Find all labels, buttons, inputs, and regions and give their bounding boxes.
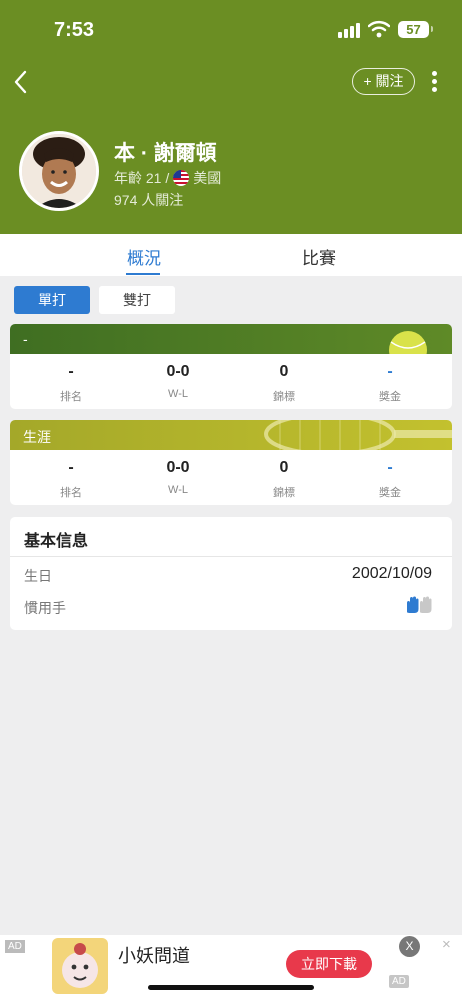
status-time: 7:53 bbox=[54, 19, 95, 41]
ad-image[interactable] bbox=[52, 938, 108, 994]
career-card-header: 生涯 bbox=[10, 420, 452, 450]
stat-label: 獎金 bbox=[379, 391, 401, 403]
career-card-title: 生涯 bbox=[23, 429, 51, 445]
close-icon[interactable]: × bbox=[442, 936, 451, 953]
follow-button[interactable]: + 關注 bbox=[352, 68, 415, 95]
stat-win-loss: 0-0 W-L bbox=[123, 450, 233, 505]
wifi-icon bbox=[368, 21, 390, 38]
career-stats-card: 生涯 - 排名 0-0 W-L 0 錦標 - 獎金 bbox=[10, 420, 452, 505]
current-card-header: - bbox=[10, 324, 452, 354]
more-options-icon[interactable] bbox=[426, 68, 442, 96]
download-button[interactable]: 立即下載 bbox=[286, 950, 372, 978]
stat-value: - bbox=[68, 363, 74, 380]
current-stats-card: - - 排名 0-0 W-L 0 錦標 - 獎金 bbox=[10, 324, 452, 409]
ad-tag: AD bbox=[5, 940, 25, 953]
singles-toggle[interactable]: 單打 bbox=[14, 286, 90, 314]
handedness-label: 慣用手 bbox=[24, 600, 66, 616]
ad-title: 小妖問道 bbox=[118, 946, 190, 966]
ad-banner[interactable]: AD 小妖問道 立即下載 X × AD bbox=[0, 935, 462, 1000]
player-age: 年齡 21 / bbox=[114, 170, 170, 186]
birthday-value: 2002/10/09 bbox=[351, 565, 432, 582]
tab-indicator bbox=[126, 273, 160, 275]
tab-matches[interactable]: 比賽 bbox=[302, 244, 336, 269]
stat-value: 0-0 bbox=[166, 363, 190, 380]
stat-value: - bbox=[387, 363, 393, 380]
divider bbox=[10, 556, 452, 557]
stat-label: W-L bbox=[168, 484, 188, 496]
doubles-toggle[interactable]: 雙打 bbox=[99, 286, 175, 314]
stat-label: 錦標 bbox=[273, 391, 295, 403]
stat-win-loss: 0-0 W-L bbox=[123, 354, 233, 409]
left-hand-icon bbox=[407, 596, 432, 613]
current-card-title: - bbox=[23, 331, 28, 347]
followers-count: 974 人關注 bbox=[114, 192, 184, 208]
status-bar: 7:53 57 bbox=[0, 0, 462, 60]
ad-corner-tag: AD bbox=[389, 975, 409, 988]
ad-close-button[interactable]: X bbox=[399, 936, 420, 957]
stat-titles: 0 錦標 bbox=[229, 450, 339, 505]
stat-value: - bbox=[387, 459, 393, 476]
tennis-racket-icon bbox=[10, 420, 452, 450]
stat-titles: 0 錦標 bbox=[229, 354, 339, 409]
player-header: 7:53 57 + 關注 本 · 謝爾頓 年齡 21 / 美國 974 人關注 bbox=[0, 0, 462, 234]
tab-overview[interactable]: 概況 bbox=[127, 244, 161, 269]
stat-rank: - 排名 bbox=[16, 450, 126, 505]
stat-value: 0 bbox=[279, 363, 289, 380]
basic-info-card: 基本信息 生日 2002/10/09 慣用手 bbox=[10, 517, 452, 630]
tab-bar: 概況 比賽 bbox=[0, 234, 462, 276]
back-button[interactable] bbox=[10, 66, 40, 98]
stat-prize-money: - 獎金 bbox=[335, 450, 445, 505]
birthday-label: 生日 bbox=[24, 568, 52, 584]
stat-label: 排名 bbox=[60, 391, 82, 403]
home-indicator[interactable] bbox=[148, 985, 314, 990]
stat-prize-money: - 獎金 bbox=[335, 354, 445, 409]
player-country: 美國 bbox=[193, 170, 222, 186]
tennis-ball-icon bbox=[10, 324, 452, 354]
stat-value: 0 bbox=[279, 459, 289, 476]
stat-label: 獎金 bbox=[379, 487, 401, 499]
us-flag-icon bbox=[173, 170, 190, 186]
avatar bbox=[19, 131, 99, 211]
stat-label: 錦標 bbox=[273, 487, 295, 499]
battery-icon: 57 bbox=[398, 21, 433, 38]
signal-icon bbox=[338, 22, 362, 38]
stat-rank: - 排名 bbox=[16, 354, 126, 409]
stat-label: W-L bbox=[168, 388, 188, 400]
stat-label: 排名 bbox=[60, 487, 82, 499]
stat-value: 0-0 bbox=[166, 459, 190, 476]
basic-info-title: 基本信息 bbox=[24, 533, 89, 550]
stat-value: - bbox=[68, 459, 74, 476]
player-age-row: 年齡 21 / 美國 bbox=[114, 168, 221, 188]
player-name: 本 · 謝爾頓 bbox=[114, 142, 217, 165]
